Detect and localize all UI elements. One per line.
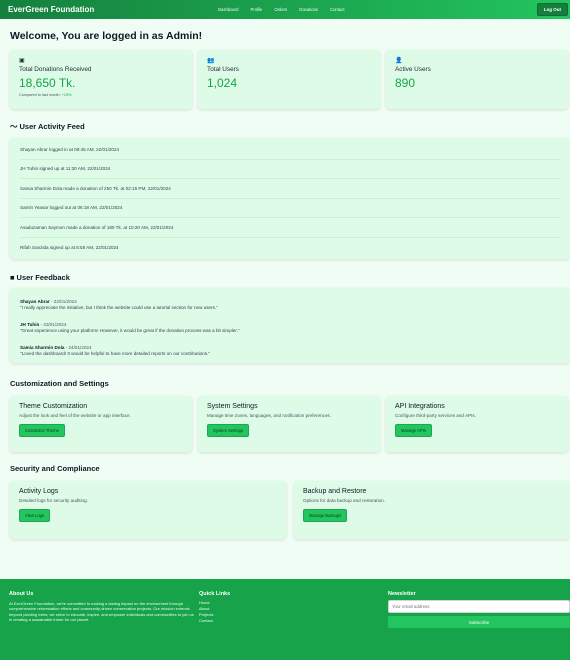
activity-line-icon: 〜 [10,122,18,131]
stat-card-active-users: 👤 Active Users 890 [386,50,568,109]
card-title: Theme Customization [19,403,88,410]
api-integrations-card: API Integrations Configure third-party s… [386,396,568,452]
list-item: JH Tuhin signed up at 11:30 AM, 22/01/20… [20,160,560,179]
card-description: Options for data backup and restoration. [303,498,385,503]
feedback-heading: ■ User Feedback [10,273,570,282]
donation-box-icon: ▣ [19,58,25,64]
stats-row: ▣ Total Donations Received 18,650 Tk. Co… [10,50,570,109]
feedback-author: Samia Sharmin Dola [20,345,65,350]
customization-cards: Theme Customization Adjust the look and … [10,396,570,452]
welcome-heading: Welcome, You are logged in as Admin! [10,30,203,42]
list-item: Rifah Sanzida signed up at 8:58 AM, 22/0… [20,244,119,250]
stat-label: Total Users [207,66,239,73]
card-title: API Integrations [395,403,445,410]
activity-logs-card: Activity Logs Detailed logs for security… [10,481,286,539]
feedback-panel: Shayan Abrar - 22/01/2024 "I really appr… [10,288,570,363]
list-item: Asaduzaman Saymon made a donation of 180… [20,218,560,238]
feedback-item: Samia Sharmin Dola - 24/01/2024 "Loved t… [20,345,560,356]
view-logs-button[interactable]: View Logs [19,509,51,522]
card-title: System Settings [207,403,258,410]
list-item: Samin Yeasar logged out at 06:18 AM, 22/… [20,199,560,218]
newsletter-email-input[interactable] [388,600,570,613]
feedback-item: Shayan Abrar - 22/01/2024 "I really appr… [20,299,560,310]
top-navbar: EverGreen Foundation Dashboard Profile O… [0,0,570,19]
footer-about-title: About Us [9,591,34,597]
card-description: Adjust the look and feel of the website … [19,413,131,418]
comparison-change: +15% [61,93,72,97]
comparison-text: Compared to last month: [19,93,61,97]
card-title: Activity Logs [19,488,59,495]
feedback-date: - 22/01/2024 [49,299,77,304]
footer-link-contact[interactable]: Contact [199,618,319,624]
newsletter-title: Newsletter [388,591,416,597]
footer-quick-links: Quick Links Home About Projects Contact [199,591,319,624]
logout-button[interactable]: Log Out [536,3,568,16]
stat-card-users: 👥 Total Users 1,024 [198,50,380,109]
nav-link-profile[interactable]: Profile [251,7,263,12]
manage-backups-button[interactable]: Manage Backups [303,509,348,522]
customize-theme-button[interactable]: Customize Theme [19,424,65,437]
card-description: Configure third-party services and APIs. [395,413,476,418]
comment-icon: ■ [10,273,15,282]
stat-value: 1,024 [207,76,238,90]
security-cards: Activity Logs Detailed logs for security… [10,481,570,539]
activity-feed: Shayan Abrar logged in at 09:45 AM, 22/0… [10,138,570,259]
stat-comparison: Compared to last month: +15% [19,93,183,97]
stat-value: 18,650 Tk. [19,76,76,90]
users-icon: 👥 [207,58,215,64]
nav-links: Dashboard Profile Orders Donations Conta… [218,0,344,19]
nav-link-dashboard[interactable]: Dashboard [218,7,239,12]
footer-about: About Us At EverGreen Foundation, we're … [9,591,194,622]
feedback-text: "I really appreciate the initiative, but… [20,305,218,310]
feedback-date: - 24/01/2024 [64,345,92,350]
brand-logo[interactable]: EverGreen Foundation [8,5,94,14]
user-check-icon: 👤 [395,58,403,64]
subscribe-button[interactable]: Subscribe [388,616,570,628]
feedback-text: "Loved the dashboard! It would be helpfu… [20,351,210,356]
card-title: Backup and Restore [303,488,367,495]
customization-heading: Customization and Settings [10,379,109,388]
stat-label: Active Users [395,66,431,73]
footer-about-text: At EverGreen Foundation, we're committed… [9,601,194,622]
theme-customization-card: Theme Customization Adjust the look and … [10,396,192,452]
nav-link-orders[interactable]: Orders [274,7,287,12]
feedback-text: "Great experience using your platform! H… [20,328,240,333]
nav-link-contact[interactable]: Contact [330,7,344,12]
stat-label: Total Donations Received [19,66,92,73]
activity-title: User Activity Feed [19,122,85,131]
activity-heading: 〜 User Activity Feed [10,121,570,132]
feedback-title: User Feedback [16,273,70,282]
feedback-author: Shayan Abrar [20,299,50,304]
backup-restore-card: Backup and Restore Options for data back… [294,481,570,539]
nav-link-donations[interactable]: Donations [299,7,318,12]
footer: About Us At EverGreen Foundation, we're … [0,579,570,660]
card-description: Manage time zones, languages, and notifi… [207,413,332,418]
list-item: Shayan Abrar logged in at 09:45 AM, 22/0… [20,140,560,160]
feedback-item: JH Tuhin - 23/01/2024 "Great experience … [20,322,560,333]
feedback-author: JH Tuhin [20,322,40,327]
stat-card-donations: ▣ Total Donations Received 18,650 Tk. Co… [10,50,192,109]
main-content: Welcome, You are logged in as Admin! ▣ T… [0,30,570,539]
system-settings-card: System Settings Manage time zones, langu… [198,396,380,452]
footer-newsletter: Newsletter Subscribe [388,591,570,628]
footer-links-title: Quick Links [199,591,231,597]
list-item: Samia Sharmin Dola made a donation of 25… [20,179,560,199]
feedback-date: - 23/01/2024 [39,322,67,327]
system-settings-button[interactable]: System Settings [207,424,250,437]
stat-value: 890 [395,76,416,90]
manage-apis-button[interactable]: Manage APIs [395,424,432,437]
card-description: Detailed logs for security auditing. [19,498,88,503]
security-heading: Security and Compliance [10,464,100,473]
